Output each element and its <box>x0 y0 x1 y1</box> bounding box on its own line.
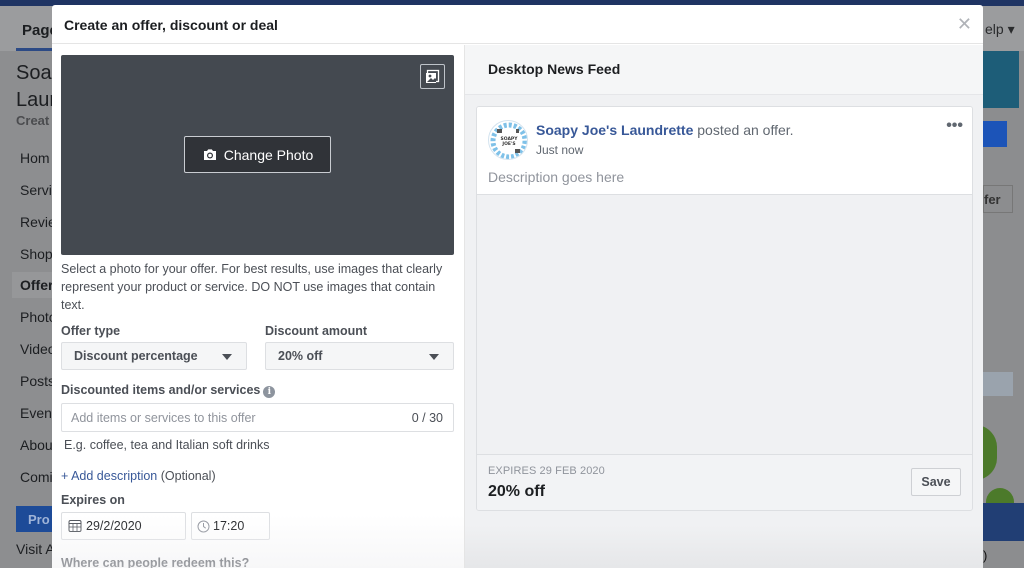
add-description: + Add description (Optional) <box>61 469 216 483</box>
background-nav-item: Even <box>20 405 52 421</box>
add-description-link[interactable]: + Add description <box>61 469 157 483</box>
background-nav-item: Posts <box>20 373 56 389</box>
expiry-date-value: 29/2/2020 <box>86 519 142 533</box>
page-avatar[interactable]: SOAPY JOE'S <box>488 120 528 160</box>
background-cover-image <box>983 51 1019 108</box>
dropdown-caret-icon <box>222 354 232 360</box>
save-offer-button[interactable]: Save <box>911 468 961 496</box>
post-action-text: posted an offer. <box>697 122 794 138</box>
expiry-time-input[interactable]: 17:20 <box>191 512 270 540</box>
offer-form: Change Photo Select a photo for your off… <box>52 45 464 568</box>
discounted-items-input[interactable]: Add items or services to this offer 0 / … <box>61 403 454 432</box>
offer-footer: EXPIRES 29 FEB 2020 20% off Save <box>477 455 972 510</box>
character-counter: 0 / 30 <box>411 411 443 425</box>
expiry-time-value: 17:20 <box>213 519 245 533</box>
camera-icon <box>203 148 216 160</box>
background-nav-item: Comi <box>20 469 53 485</box>
offer-type-label: Offer type <box>61 324 121 338</box>
scroll-fade <box>465 525 983 568</box>
avatar-text-line2: JOE'S <box>501 141 515 147</box>
background-nav-item: Abou <box>20 437 53 453</box>
offer-expiry-text: EXPIRES 29 FEB 2020 <box>488 465 605 477</box>
offer-amount: 20% off <box>488 483 545 500</box>
dropdown-caret-icon <box>429 354 439 360</box>
offer-type-value: Discount percentage <box>74 349 198 363</box>
laundrette-logo-icon: SOAPY JOE'S <box>490 122 527 159</box>
background-promote-button: Pro <box>16 506 56 532</box>
background-paren-text: ) <box>983 548 988 563</box>
background-nav-item: Video <box>20 341 56 357</box>
create-offer-modal: Create an offer, discount or deal ✕ Chan… <box>52 5 983 568</box>
modal-title: Create an offer, discount or deal <box>64 17 278 33</box>
clock-icon <box>197 520 210 532</box>
change-photo-button[interactable]: Change Photo <box>184 136 331 173</box>
info-icon[interactable]: i <box>263 386 276 398</box>
offer-type-select[interactable]: Discount percentage <box>61 342 247 370</box>
offer-photo-area[interactable]: Change Photo <box>61 55 454 255</box>
background-nav-item: Servi <box>20 182 52 198</box>
photo-library-icon <box>426 69 440 83</box>
page-name-link[interactable]: Soapy Joe's Laundrette <box>536 122 693 138</box>
discounted-items-example: E.g. coffee, tea and Italian soft drinks <box>64 438 270 452</box>
post-timestamp: Just now <box>536 143 584 157</box>
close-icon[interactable]: ✕ <box>957 15 972 33</box>
background-visit-link: Visit A <box>16 541 55 557</box>
discount-amount-value: 20% off <box>278 349 323 363</box>
background-nav-item-active: Offer <box>20 277 54 293</box>
expiry-date-input[interactable]: 29/2/2020 <box>61 512 186 540</box>
background-help-menu: elp ▾ <box>985 21 1015 37</box>
post-description: Description goes here <box>488 169 625 185</box>
post-image-placeholder <box>477 195 972 455</box>
background-nav-item: Shop <box>20 246 53 262</box>
background-nav-item: Hom <box>20 150 50 166</box>
background-placeholder-bar <box>983 372 1013 396</box>
post-author-line: Soapy Joe's Laundrette posted an offer. <box>536 122 794 138</box>
discount-amount-label: Discount amount <box>265 324 368 338</box>
preview-panel: Desktop News Feed SOAPY JOE'S Soapy Joe' <box>464 45 983 568</box>
discounted-items-label: Discounted items and/or services i <box>61 383 276 398</box>
preview-post-card: SOAPY JOE'S Soapy Joe's Laundrette poste… <box>476 106 973 511</box>
optional-label: (Optional) <box>160 469 216 483</box>
more-options-icon[interactable]: ••• <box>946 117 963 135</box>
redeem-location-label: Where can people redeem this? <box>61 556 250 568</box>
expires-on-label: Expires on <box>61 493 125 507</box>
modal-header: Create an offer, discount or deal ✕ <box>52 5 983 44</box>
photo-help-text: Select a photo for your offer. For best … <box>61 262 443 312</box>
background-nav-item: Revie <box>20 214 56 230</box>
change-photo-label: Change Photo <box>223 146 314 163</box>
discount-amount-select[interactable]: 20% off <box>265 342 454 370</box>
calendar-icon <box>68 520 82 532</box>
discounted-items-label-text: Discounted items and/or services <box>61 383 261 397</box>
discounted-items-placeholder: Add items or services to this offer <box>71 411 256 425</box>
background-create-label: Creat <box>16 113 50 128</box>
background-offer-button: fer <box>983 185 1013 213</box>
background-blue-band <box>983 503 1024 541</box>
post-header: SOAPY JOE'S Soapy Joe's Laundrette poste… <box>477 107 972 195</box>
photo-library-button[interactable] <box>420 64 445 89</box>
preview-header: Desktop News Feed <box>465 45 983 95</box>
background-blue-button <box>983 121 1007 147</box>
